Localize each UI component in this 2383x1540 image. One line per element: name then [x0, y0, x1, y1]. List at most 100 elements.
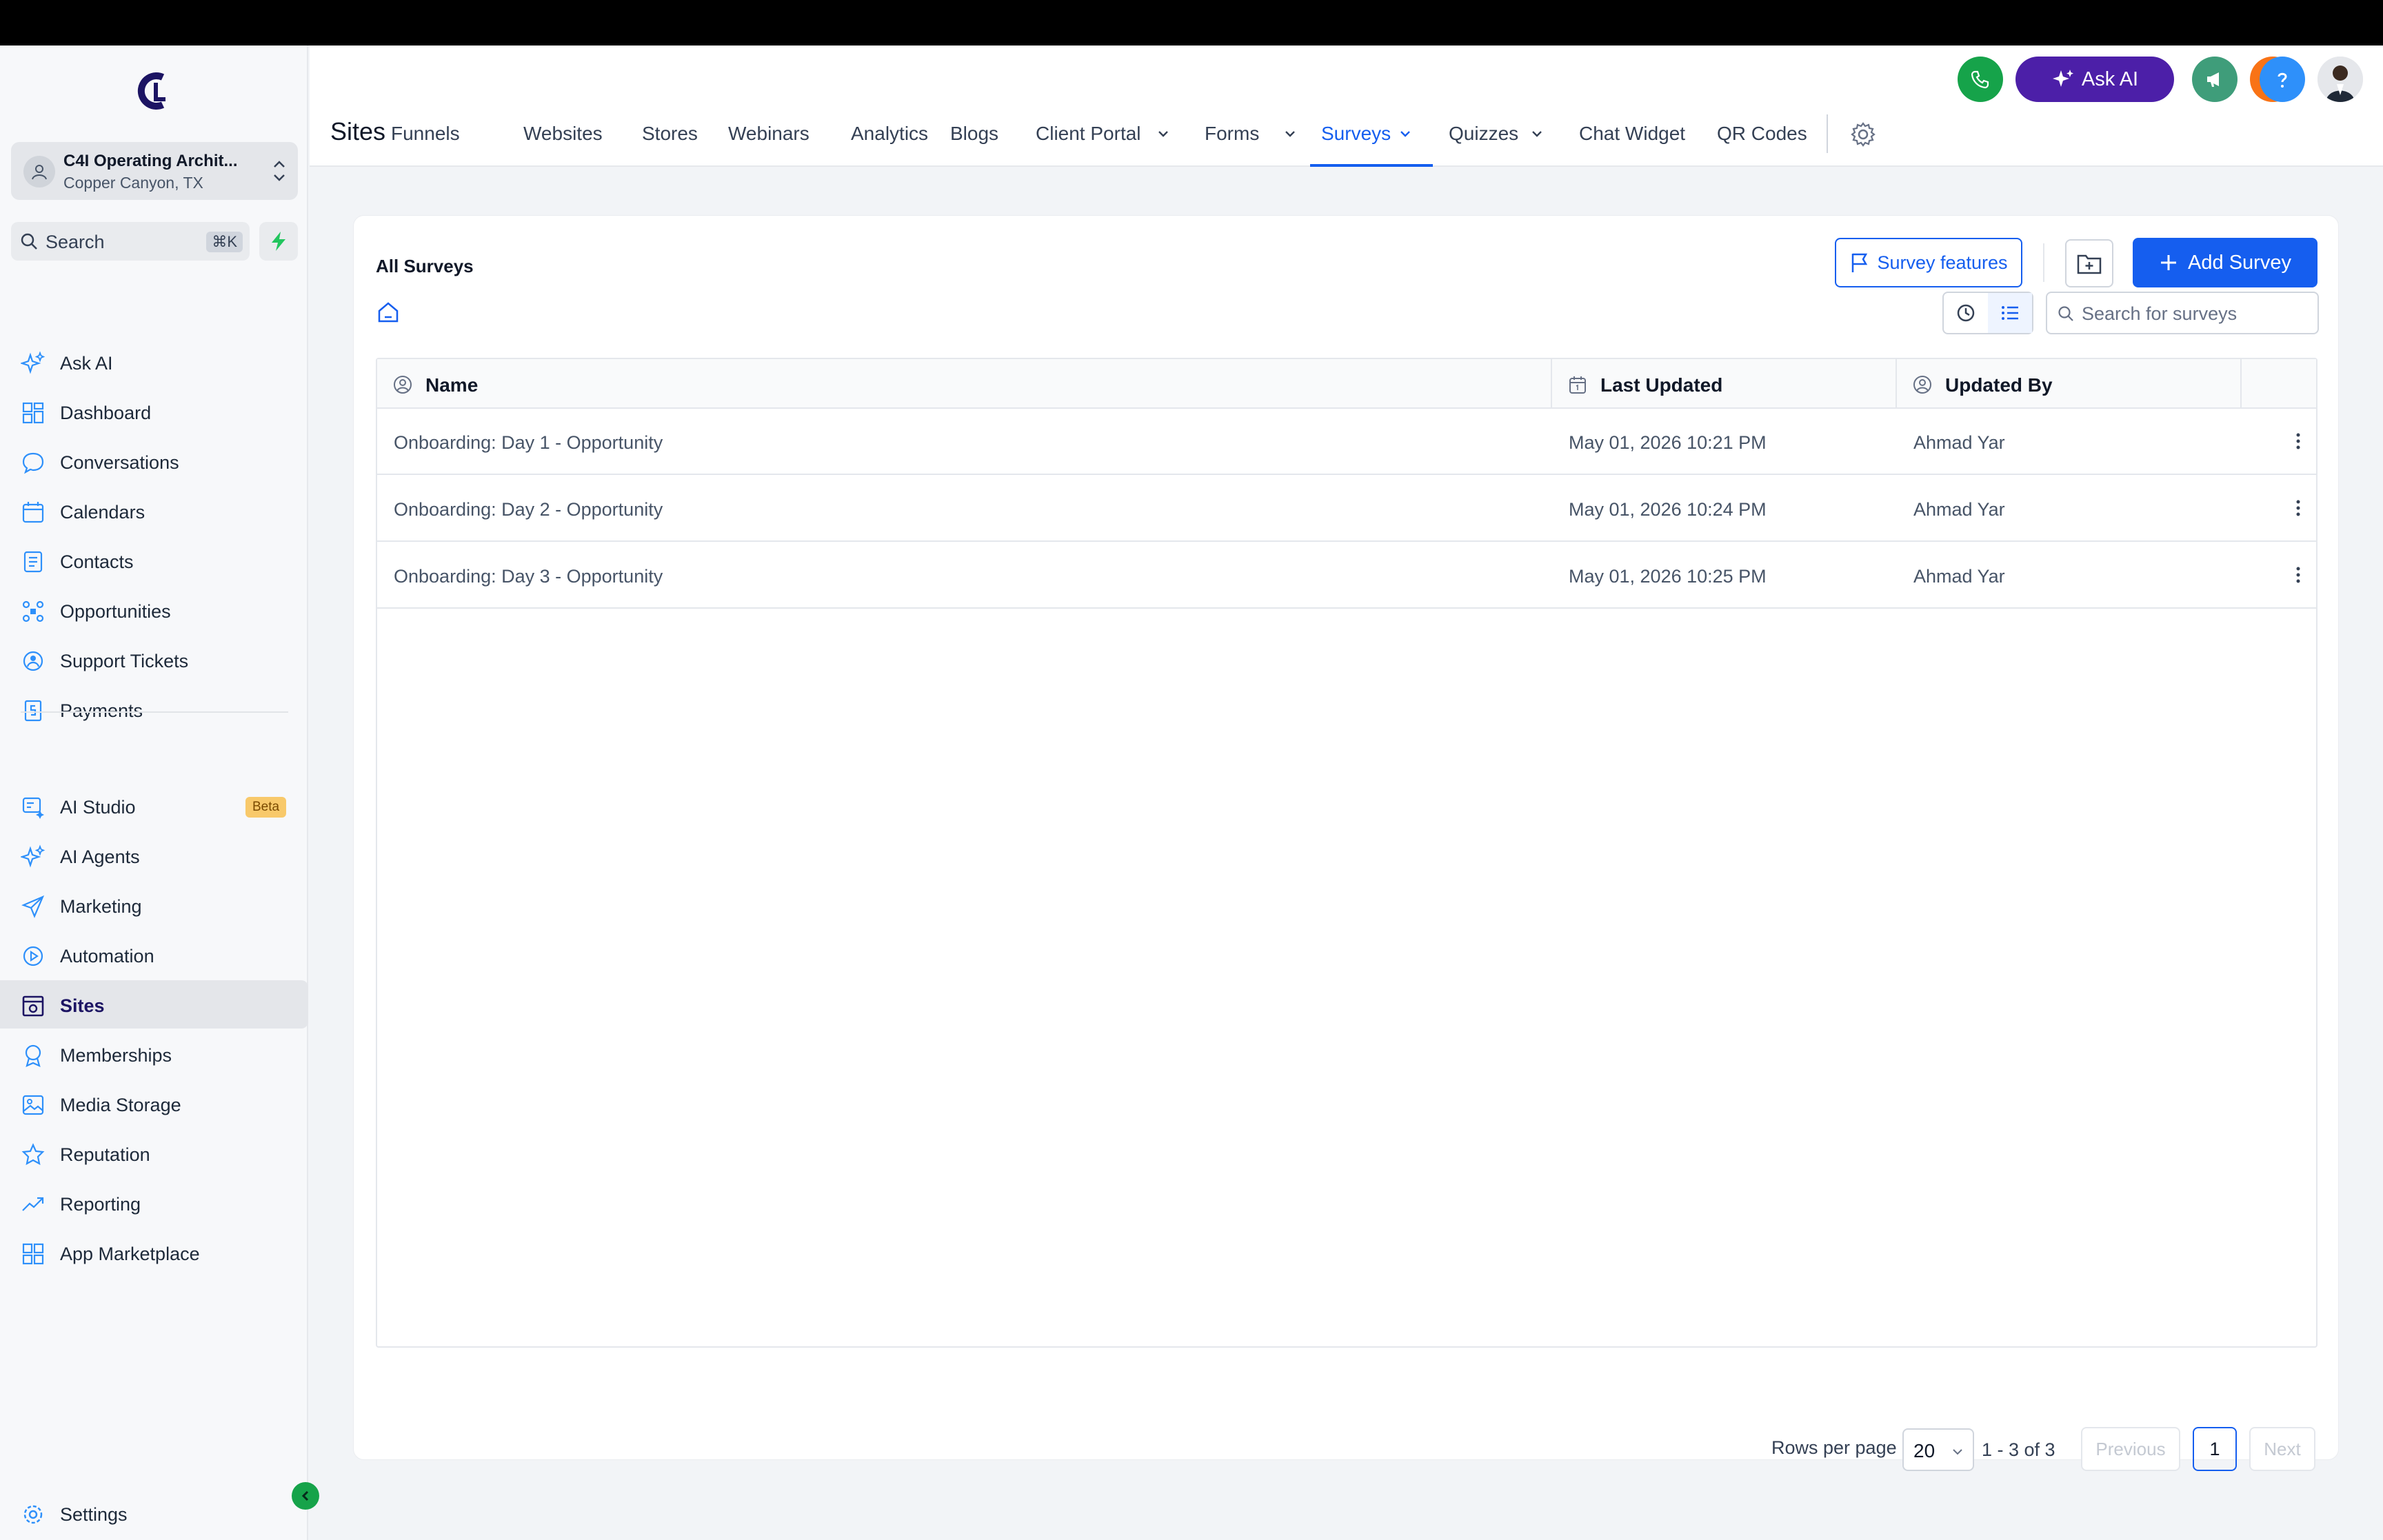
search-surveys-input[interactable]: [2082, 300, 2309, 327]
announcements-button[interactable]: [2192, 57, 2238, 102]
more-vertical-icon[interactable]: [2294, 431, 2302, 452]
opportunities-icon: [22, 600, 44, 622]
tab-qr-codes[interactable]: QR Codes: [1717, 116, 1827, 167]
tab-label: Client Portal: [1036, 123, 1141, 144]
column-header-name[interactable]: Name: [377, 359, 1552, 409]
tab-forms[interactable]: Forms: [1205, 116, 1307, 167]
bolt-icon: [272, 232, 285, 251]
sidebar-item-opportunities[interactable]: Opportunities: [0, 586, 308, 634]
survey-features-button[interactable]: Survey features: [1835, 238, 2022, 287]
sidebar-item-reporting[interactable]: Reporting: [0, 1179, 308, 1227]
sidebar-item-marketing[interactable]: Marketing: [0, 881, 308, 929]
previous-page-button[interactable]: Previous: [2081, 1427, 2180, 1471]
calendar-icon: [1569, 376, 1586, 394]
recent-view-button[interactable]: [1944, 293, 1988, 333]
sidebar-item-conversations[interactable]: Conversations: [0, 437, 308, 485]
column-header-updated-by[interactable]: Updated By: [1897, 359, 2242, 409]
sidebar-item-automation[interactable]: Automation: [0, 931, 308, 979]
chevron-down-icon: [1532, 131, 1542, 137]
call-button[interactable]: [1958, 57, 2003, 102]
sidebar-item-label: Calendars: [60, 502, 145, 523]
list-view-button[interactable]: [1988, 293, 2032, 333]
contacts-icon: [23, 551, 43, 573]
sidebar-item-label: Conversations: [60, 452, 179, 473]
account-location: Copper Canyon, TX: [63, 174, 203, 192]
sidebar-item-ai-agents[interactable]: AI Agents: [0, 831, 308, 880]
last-updated-cell: May 01, 2026 10:25 PM: [1569, 566, 1767, 587]
ai-studio-icon: [22, 797, 44, 819]
sidebar-item-calendars[interactable]: Calendars: [0, 487, 308, 535]
column-header-last-updated[interactable]: Last Updated: [1552, 359, 1897, 409]
sidebar-item-ask-ai[interactable]: Ask AI: [0, 338, 308, 386]
user-avatar[interactable]: [2317, 57, 2363, 102]
tab-label: Forms: [1205, 123, 1260, 144]
tab-label: Analytics: [851, 123, 929, 144]
survey-name-cell[interactable]: Onboarding: Day 3 - Opportunity: [394, 566, 663, 587]
ask-ai-label: Ask AI: [2081, 68, 2139, 90]
automation-icon: [23, 946, 43, 966]
chevron-left-icon: [301, 1490, 309, 1501]
sidebar-item-media-storage[interactable]: Media Storage: [0, 1080, 308, 1128]
account-switcher[interactable]: C4I Operating Archit... Copper Canyon, T…: [11, 142, 298, 200]
more-vertical-icon[interactable]: [2294, 498, 2302, 518]
tab-label: Funnels: [391, 123, 460, 144]
sidebar-item-app-marketplace[interactable]: App Marketplace: [0, 1228, 308, 1277]
table-row[interactable]: Onboarding: Day 3 - Opportunity May 01, 2…: [377, 543, 2316, 609]
sidebar-item-label: Reporting: [60, 1194, 141, 1215]
tab-surveys[interactable]: Surveys: [1310, 116, 1433, 167]
sidebar-item-sites[interactable]: Sites: [0, 980, 308, 1029]
table-row[interactable]: Onboarding: Day 2 - Opportunity May 01, 2…: [377, 476, 2316, 542]
updated-by-cell: Ahmad Yar: [1913, 432, 2005, 453]
search-surveys: [2046, 292, 2319, 334]
home-icon[interactable]: [376, 300, 401, 325]
survey-features-label: Survey features: [1877, 252, 2008, 273]
sidebar-item-label: Memberships: [60, 1045, 172, 1066]
tab-label: Websites: [523, 123, 603, 144]
next-page-button[interactable]: Next: [2249, 1427, 2315, 1471]
sidebar-item-settings[interactable]: Settings: [0, 1489, 308, 1537]
sidebar-item-label: AI Agents: [60, 847, 140, 867]
sidebar-item-ai-studio[interactable]: AI Studio Beta: [0, 782, 308, 830]
survey-name-cell[interactable]: Onboarding: Day 2 - Opportunity: [394, 499, 663, 520]
tab-quizzes[interactable]: Quizzes: [1449, 116, 1554, 167]
sidebar-search[interactable]: Search ⌘K: [11, 222, 250, 261]
tab-funnels[interactable]: Funnels: [391, 116, 501, 167]
chevron-down-icon: [1400, 131, 1410, 137]
help-button[interactable]: [2260, 57, 2305, 102]
sidebar-item-memberships[interactable]: Memberships: [0, 1030, 308, 1078]
sidebar-item-payments[interactable]: Payments: [0, 685, 308, 733]
grid-icon: [22, 1243, 44, 1265]
sidebar-item-label: Settings: [60, 1504, 128, 1525]
sidebar-item-support-tickets[interactable]: Support Tickets: [0, 636, 308, 684]
more-vertical-icon[interactable]: [2294, 565, 2302, 585]
plus-icon: [2161, 255, 2177, 270]
quick-actions-button[interactable]: [259, 222, 298, 261]
star-icon: [21, 1143, 45, 1166]
page-number-button[interactable]: 1: [2193, 1427, 2237, 1471]
new-folder-button[interactable]: [2065, 239, 2113, 287]
gear-icon: [23, 1505, 43, 1524]
ask-ai-button[interactable]: Ask AI: [2015, 57, 2174, 102]
rows-per-page-select[interactable]: 20: [1902, 1428, 1974, 1471]
tab-webinars[interactable]: Webinars: [728, 116, 838, 167]
sidebar-item-label: Opportunities: [60, 601, 171, 622]
tab-analytics[interactable]: Analytics: [851, 116, 961, 167]
sidebar-item-reputation[interactable]: Reputation: [0, 1129, 308, 1177]
survey-name-cell[interactable]: Onboarding: Day 1 - Opportunity: [394, 432, 663, 454]
chevron-down-icon: [1953, 1449, 1962, 1455]
surveys-card: All Surveys Survey features Add Survey S…: [353, 215, 2339, 1460]
brand-logo[interactable]: [135, 70, 174, 112]
add-survey-button[interactable]: Add Survey: [2133, 238, 2317, 287]
sidebar-item-contacts[interactable]: Contacts: [0, 536, 308, 585]
sidebar-item-dashboard[interactable]: Dashboard: [0, 387, 308, 436]
surveys-table: Name Last Updated Updated By Onboarding:…: [376, 358, 2317, 1348]
tab-chat-widget[interactable]: Chat Widget: [1579, 116, 1689, 167]
sidebar-item-label: AI Studio: [60, 797, 136, 818]
settings-gear-icon[interactable]: [1849, 120, 1878, 149]
tab-websites[interactable]: Websites: [523, 116, 634, 167]
tab-client-portal[interactable]: Client Portal: [1036, 116, 1180, 167]
collapse-sidebar-button[interactable]: [292, 1482, 319, 1510]
chevron-down-icon: [1285, 131, 1295, 137]
sparkle-icon: [21, 844, 46, 868]
table-row[interactable]: Onboarding: Day 1 - Opportunity May 01, 2…: [377, 409, 2316, 475]
